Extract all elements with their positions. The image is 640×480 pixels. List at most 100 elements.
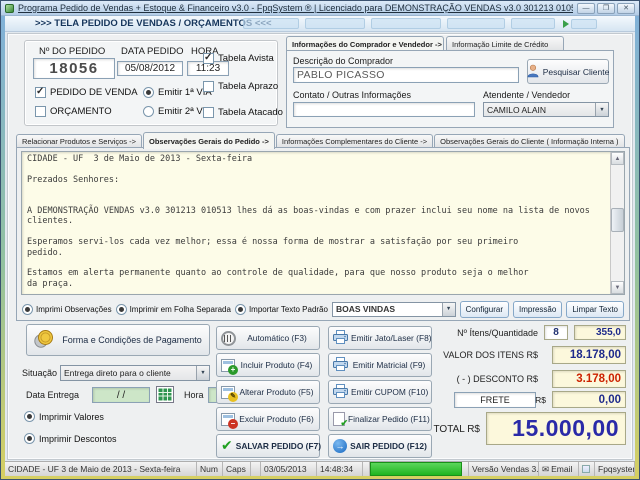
app-icon bbox=[5, 4, 14, 13]
vertical-scrollbar[interactable]: ▲ ▼ bbox=[610, 152, 624, 294]
status-caps-lock: Caps bbox=[223, 462, 251, 476]
plus-icon: + bbox=[228, 365, 238, 375]
button-label: Alterar Produto (F5) bbox=[238, 387, 315, 397]
close-icon[interactable]: ✕ bbox=[617, 3, 635, 14]
add-product-icon: + bbox=[221, 359, 235, 372]
status-version: Versão Vendas 3.0 bbox=[469, 462, 539, 476]
button-label: SAIR PEDIDO (F12) bbox=[350, 441, 427, 451]
incluir-produto-button[interactable]: + Incluir Produto (F4) bbox=[216, 353, 320, 377]
radio-folha-separada[interactable]: Imprimir em Folha Separada bbox=[116, 304, 231, 315]
total-label: TOTAL R$ bbox=[422, 424, 480, 435]
checkbox-box bbox=[203, 53, 214, 64]
checkbox-box bbox=[203, 107, 214, 118]
situacao-dropdown[interactable]: Entrega direto para o cliente ▼ bbox=[60, 365, 210, 381]
salvar-pedido-button[interactable]: ✔ SALVAR PEDIDO (F7) bbox=[216, 434, 320, 458]
order-number-field[interactable]: 18056 bbox=[33, 58, 115, 79]
radio-imprimir-valores[interactable]: Imprimir Valores bbox=[24, 411, 104, 422]
checkbox-tabela-aprazo[interactable]: Tabela Aprazo bbox=[203, 81, 278, 92]
menu-go-button[interactable] bbox=[563, 18, 597, 29]
minus-icon: – bbox=[228, 419, 238, 429]
toolbar-pill bbox=[571, 19, 597, 29]
radio-emitir-1via[interactable]: Emitir 1ª VIA bbox=[143, 87, 212, 98]
itens-count-field: 8 bbox=[544, 325, 568, 340]
forma-pagamento-label: Forma e Condições de Pagamento bbox=[61, 335, 203, 345]
status-indicator bbox=[370, 462, 462, 476]
tab-informacoes-complementares[interactable]: Informações Complementares do Cliente -> bbox=[276, 134, 433, 148]
limpar-texto-button[interactable]: Limpar Texto bbox=[566, 301, 624, 318]
texto-padrao-value: BOAS VINDAS bbox=[333, 303, 442, 316]
radio-emitir-2via[interactable]: Emitir 2ª VIA bbox=[143, 106, 212, 117]
chevron-down-icon: ▼ bbox=[196, 366, 209, 380]
frete-type-field[interactable]: FRETE bbox=[454, 392, 536, 408]
checkbox-label: ORÇAMENTO bbox=[50, 106, 112, 117]
minimize-icon[interactable]: — bbox=[577, 3, 595, 14]
checkbox-pedido-venda[interactable]: PEDIDO DE VENDA bbox=[35, 87, 138, 98]
situacao-value: Entrega direto para o cliente bbox=[61, 366, 196, 380]
order-date-field[interactable]: 05/08/2012 bbox=[117, 61, 183, 76]
finalizar-pedido-button[interactable]: Finalizar Pedido (F11) bbox=[328, 407, 432, 431]
pencil-icon: ✎ bbox=[228, 392, 238, 402]
status-num-lock: Num bbox=[197, 462, 223, 476]
observations-tabpage: CIDADE - UF 3 de Maio de 2013 - Sexta-fe… bbox=[16, 147, 630, 321]
status-location: CIDADE - UF 3 de Maio de 2013 - Sexta-fe… bbox=[5, 462, 197, 476]
calendar-icon[interactable] bbox=[156, 386, 174, 408]
observations-text: CIDADE - UF 3 de Maio de 2013 - Sexta-fe… bbox=[27, 154, 607, 292]
impressao-button[interactable]: Impressão bbox=[513, 301, 562, 318]
excluir-produto-button[interactable]: – Excluir Produto (F6) bbox=[216, 407, 320, 431]
texto-padrao-dropdown[interactable]: BOAS VINDAS ▼ bbox=[332, 302, 456, 317]
checkbox-box bbox=[35, 87, 46, 98]
finalize-icon bbox=[333, 412, 345, 426]
pesquisar-cliente-label: Pesquisar Cliente bbox=[543, 67, 610, 77]
desconto-label: ( - ) DESCONTO R$ bbox=[388, 374, 538, 384]
radio-texto-padrao[interactable]: Importar Texto Padrão bbox=[235, 304, 328, 315]
restore-icon[interactable]: ❐ bbox=[597, 3, 615, 14]
atendente-dropdown[interactable]: CAMILO ALAIN ▼ bbox=[483, 102, 609, 117]
toolbar-pill bbox=[511, 18, 555, 29]
checkbox-tabela-atacado[interactable]: Tabela Atacado bbox=[203, 107, 283, 118]
checkbox-orcamento[interactable]: ORÇAMENTO bbox=[35, 106, 112, 117]
screen-title: >>> TELA PEDIDO DE VENDAS / ORÇAMENTOS <… bbox=[35, 18, 272, 29]
automatico-button[interactable]: Automático (F3) bbox=[216, 326, 320, 350]
radio-label: Imprimi Observações bbox=[36, 305, 112, 314]
status-time: 14:48:34 bbox=[317, 462, 363, 476]
scroll-down-icon[interactable]: ▼ bbox=[611, 281, 624, 294]
status-spacer bbox=[363, 462, 370, 476]
observations-textarea[interactable]: CIDADE - UF 3 de Maio de 2013 - Sexta-fe… bbox=[21, 151, 625, 295]
frete-field: 0,00 bbox=[552, 391, 626, 408]
tab-limite-credito[interactable]: Informação Limite de Crédito bbox=[446, 36, 564, 51]
atendente-value: CAMILO ALAIN bbox=[484, 103, 595, 116]
checkbox-tabela-avista[interactable]: Tabela Avista bbox=[203, 53, 274, 64]
envelope-icon: ✉ bbox=[542, 464, 549, 475]
alterar-produto-button[interactable]: ✎ Alterar Produto (F5) bbox=[216, 380, 320, 404]
button-label: Excluir Produto (F6) bbox=[238, 414, 315, 424]
scroll-up-icon[interactable]: ▲ bbox=[611, 152, 624, 165]
radio-circle bbox=[143, 87, 154, 98]
radio-imprimir-observacoes[interactable]: Imprimi Observações bbox=[22, 304, 112, 315]
contato-field[interactable] bbox=[293, 102, 475, 117]
valor-itens-field: 18.178,00 bbox=[552, 346, 626, 364]
button-label: Incluir Produto (F4) bbox=[238, 360, 315, 370]
descricao-comprador-field[interactable]: PABLO PICASSO bbox=[293, 67, 519, 83]
forma-pagamento-button[interactable]: Forma e Condições de Pagamento bbox=[26, 324, 210, 356]
delete-product-icon: – bbox=[221, 413, 235, 426]
tab-comprador-vendedor[interactable]: Informações do Comprador e Vendedor -> bbox=[286, 36, 444, 51]
radio-imprimir-descontos[interactable]: Imprimir Descontos bbox=[24, 433, 117, 444]
radio-circle bbox=[143, 106, 154, 117]
tab-relacionar-produtos[interactable]: Relacionar Produtos e Serviços -> bbox=[16, 134, 142, 148]
order-groupbox: Nº DO PEDIDO 18056 DATA PEDIDO 05/08/201… bbox=[24, 40, 278, 126]
status-brand: Fpqsystem bbox=[595, 462, 635, 476]
tab-observacoes-pedido[interactable]: Observações Gerais do Pedido -> bbox=[143, 132, 275, 149]
toolbar-pill bbox=[305, 18, 365, 29]
configurar-button[interactable]: Configurar bbox=[460, 301, 509, 318]
data-entrega-field[interactable]: / / bbox=[92, 387, 150, 403]
status-email[interactable]: ✉ Email bbox=[539, 462, 579, 476]
email-label: Email bbox=[551, 464, 572, 474]
tab-observacoes-cliente[interactable]: Observações Gerais do Cliente ( Informaç… bbox=[434, 134, 624, 148]
sair-pedido-button[interactable]: SAIR PEDIDO (F12) bbox=[328, 434, 432, 458]
quantidade-field: 355,0 bbox=[574, 325, 626, 340]
pesquisar-cliente-button[interactable]: Pesquisar Cliente bbox=[527, 59, 609, 84]
printer-icon bbox=[333, 384, 348, 400]
printer-icon bbox=[333, 330, 348, 346]
title-bar: Programa Pedido de Vendas + Estoque & Fi… bbox=[1, 1, 639, 16]
scrollbar-thumb[interactable] bbox=[611, 208, 624, 232]
